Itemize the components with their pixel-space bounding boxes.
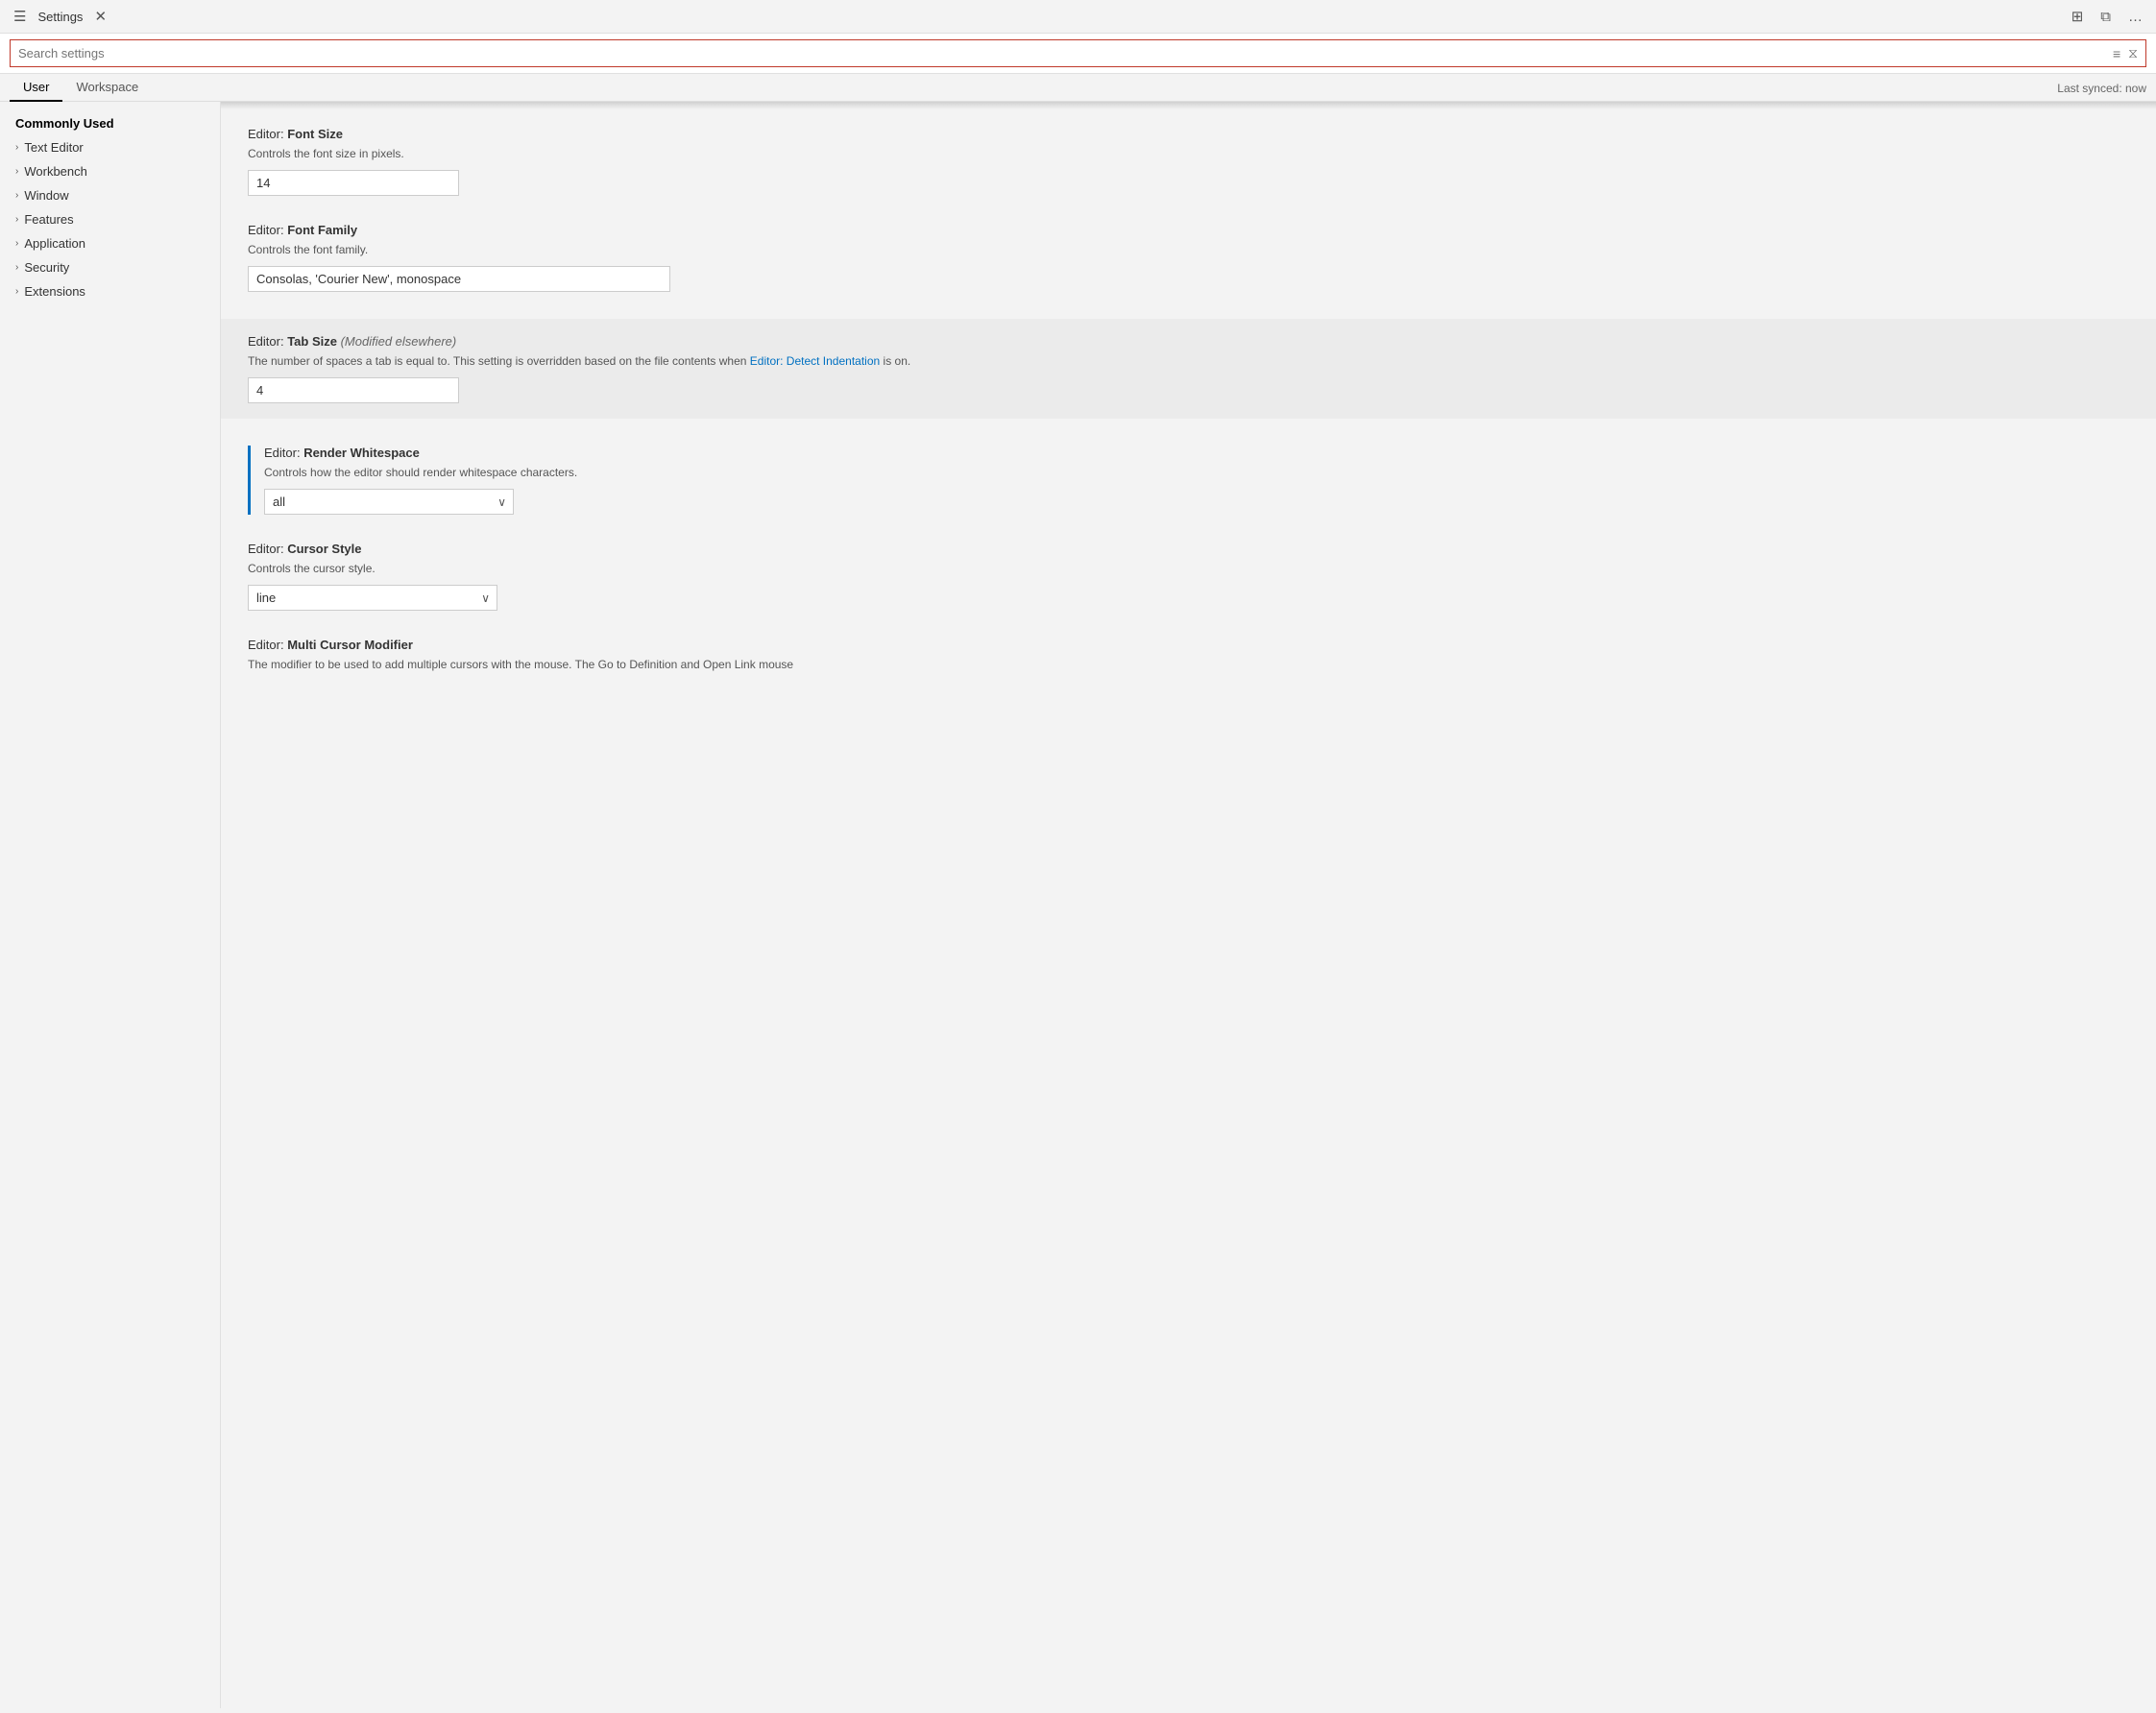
font-size-input[interactable] <box>248 170 459 196</box>
setting-title-cursor-style: Editor: Cursor Style <box>248 542 2129 556</box>
main-layout: Commonly Used › Text Editor › Workbench … <box>0 102 2156 1708</box>
setting-title-bold: Multi Cursor Modifier <box>287 638 413 652</box>
chevron-right-icon: › <box>15 238 18 249</box>
tabs-left: User Workspace <box>10 74 152 101</box>
cursor-style-select[interactable]: line block underline line-thin block-out… <box>248 585 497 611</box>
setting-title-modified: (Modified elsewhere) <box>337 334 456 349</box>
close-icon[interactable]: ✕ <box>90 6 110 27</box>
sidebar-item-workbench[interactable]: › Workbench <box>0 159 220 183</box>
setting-title-font-size: Editor: Font Size <box>248 127 2129 141</box>
tab-size-input[interactable] <box>248 377 459 403</box>
setting-font-size: Editor: Font Size Controls the font size… <box>248 127 2129 196</box>
more-actions-icon[interactable]: … <box>2124 7 2146 27</box>
search-wrapper: ≡ ⧖ <box>10 39 2146 67</box>
render-whitespace-select-wrapper: none boundary selection trailing all ∨ <box>264 489 514 515</box>
setting-desc-font-size: Controls the font size in pixels. <box>248 145 2129 162</box>
scroll-indicator <box>221 102 2156 109</box>
setting-title-tab-size: Editor: Tab Size (Modified elsewhere) <box>248 334 2129 349</box>
sidebar-item-extensions[interactable]: › Extensions <box>0 279 220 303</box>
settings-title: Settings <box>37 10 83 24</box>
hamburger-icon[interactable]: ☰ <box>10 6 30 27</box>
chevron-right-icon: › <box>15 262 18 273</box>
render-whitespace-select[interactable]: none boundary selection trailing all <box>264 489 514 515</box>
setting-cursor-style: Editor: Cursor Style Controls the cursor… <box>248 542 2129 611</box>
chevron-right-icon: › <box>15 286 18 297</box>
setting-title-bold: Cursor Style <box>287 542 361 556</box>
sidebar-item-text-editor[interactable]: › Text Editor <box>0 135 220 159</box>
setting-title-bold: Tab Size <box>287 334 337 349</box>
sidebar-item-window[interactable]: › Window <box>0 183 220 207</box>
split-editor-icon[interactable]: ⊞ <box>2068 6 2088 27</box>
chevron-right-icon: › <box>15 142 18 153</box>
cursor-style-select-wrapper: line block underline line-thin block-out… <box>248 585 497 611</box>
search-filter-icon[interactable]: ⧖ <box>2126 43 2140 63</box>
sidebar-label-window: Window <box>24 188 68 203</box>
sidebar-label-text-editor: Text Editor <box>24 140 83 155</box>
content-area: Editor: Font Size Controls the font size… <box>221 102 2156 1708</box>
title-bar: ☰ Settings ✕ ⊞ ⧉ … <box>0 0 2156 34</box>
setting-desc-cursor-style: Controls the cursor style. <box>248 560 2129 577</box>
sidebar-item-commonly-used[interactable]: Commonly Used <box>0 111 220 135</box>
sidebar: Commonly Used › Text Editor › Workbench … <box>0 102 221 1708</box>
settings-section: Editor: Font Size Controls the font size… <box>221 109 2156 717</box>
setting-title-bold: Render Whitespace <box>303 446 420 460</box>
sidebar-label-workbench: Workbench <box>24 164 87 179</box>
tab-workspace[interactable]: Workspace <box>62 74 152 102</box>
font-family-input[interactable] <box>248 266 670 292</box>
setting-title-bold: Font Family <box>287 223 357 237</box>
sidebar-label-extensions: Extensions <box>24 284 85 299</box>
tab-user[interactable]: User <box>10 74 62 102</box>
setting-desc-render-whitespace: Controls how the editor should render wh… <box>264 464 2129 481</box>
title-bar-left: ☰ Settings ✕ <box>10 6 110 27</box>
search-clear-icon[interactable]: ≡ <box>2111 44 2122 63</box>
setting-font-family: Editor: Font Family Controls the font fa… <box>248 223 2129 292</box>
detect-indentation-link[interactable]: Editor: Detect Indentation <box>750 354 880 368</box>
last-synced: Last synced: now <box>2057 82 2146 101</box>
chevron-right-icon: › <box>15 214 18 225</box>
search-icons: ≡ ⧖ <box>2111 43 2145 63</box>
chevron-right-icon: › <box>15 190 18 201</box>
sidebar-label-application: Application <box>24 236 85 251</box>
setting-desc-multi-cursor: The modifier to be used to add multiple … <box>248 656 2129 673</box>
title-bar-right: ⊞ ⧉ … <box>2068 6 2146 27</box>
sidebar-item-application[interactable]: › Application <box>0 231 220 255</box>
sidebar-label-security: Security <box>24 260 69 275</box>
setting-title-render-whitespace: Editor: Render Whitespace <box>264 446 2129 460</box>
sidebar-label-features: Features <box>24 212 73 227</box>
sidebar-item-security[interactable]: › Security <box>0 255 220 279</box>
chevron-right-icon: › <box>15 166 18 177</box>
sidebar-item-features[interactable]: › Features <box>0 207 220 231</box>
setting-multi-cursor-modifier: Editor: Multi Cursor Modifier The modifi… <box>248 638 2129 673</box>
setting-tab-size: Editor: Tab Size (Modified elsewhere) Th… <box>221 319 2156 419</box>
search-input[interactable] <box>11 40 2111 66</box>
search-bar: ≡ ⧖ <box>0 34 2156 74</box>
layout-icon[interactable]: ⧉ <box>2096 7 2115 27</box>
setting-desc-font-family: Controls the font family. <box>248 241 2129 258</box>
setting-title-multi-cursor: Editor: Multi Cursor Modifier <box>248 638 2129 652</box>
setting-title-bold: Font Size <box>287 127 343 141</box>
tabs-bar: User Workspace Last synced: now <box>0 74 2156 102</box>
setting-title-font-family: Editor: Font Family <box>248 223 2129 237</box>
sidebar-label-commonly-used: Commonly Used <box>15 116 114 131</box>
setting-desc-tab-size: The number of spaces a tab is equal to. … <box>248 352 2129 370</box>
setting-render-whitespace: Editor: Render Whitespace Controls how t… <box>248 446 2129 515</box>
